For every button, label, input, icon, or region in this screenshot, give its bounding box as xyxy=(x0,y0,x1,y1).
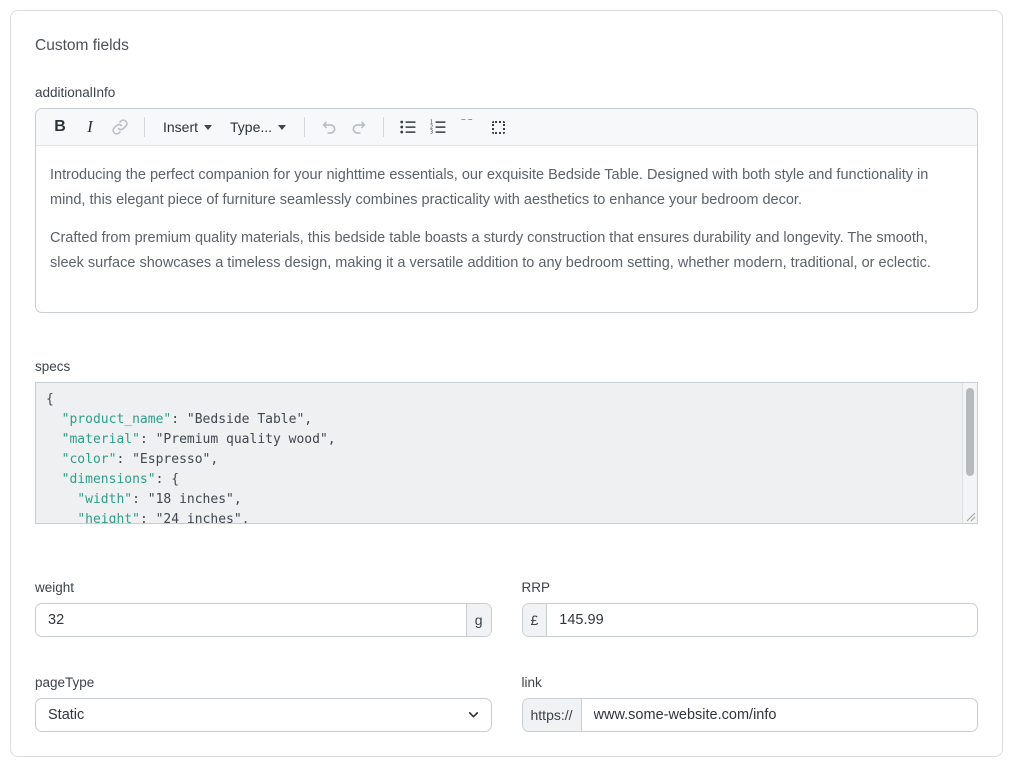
additionalinfo-label: additionalInfo xyxy=(35,85,978,100)
weight-input[interactable] xyxy=(36,604,466,636)
bullet-list-button[interactable] xyxy=(394,113,422,141)
bold-button[interactable]: B xyxy=(46,113,74,141)
weight-field: weight g xyxy=(35,580,492,637)
specs-code-editor[interactable]: { "product_name": "Bedside Table", "mate… xyxy=(35,382,978,524)
pagetype-field: pageType Static xyxy=(35,675,492,732)
numbered-list-button[interactable]: 1 2 3 xyxy=(424,113,452,141)
rrp-input[interactable] xyxy=(547,604,977,636)
protocol-addon: https:// xyxy=(523,699,582,731)
code-line: "product_name": "Bedside Table", xyxy=(46,410,967,430)
weight-label: weight xyxy=(35,580,492,595)
scrollbar-track[interactable] xyxy=(962,383,977,523)
insert-menu-label: Insert xyxy=(163,119,198,135)
rte-toolbar: B I Insert Type... xyxy=(36,109,977,146)
code-line: "height": "24 inches", xyxy=(46,510,967,523)
svg-text:3: 3 xyxy=(430,130,433,136)
nonbreaking-space-button[interactable] xyxy=(484,113,512,141)
toolbar-divider xyxy=(304,117,305,137)
italic-button[interactable]: I xyxy=(76,113,104,141)
currency-addon: £ xyxy=(523,604,548,636)
specs-label: specs xyxy=(35,359,978,374)
code-line: "width": "18 inches", xyxy=(46,490,967,510)
chevron-down-icon xyxy=(278,125,286,130)
pagetype-label: pageType xyxy=(35,675,492,690)
rte-paragraph: Introducing the perfect companion for yo… xyxy=(50,163,963,212)
redo-icon xyxy=(349,117,369,137)
specs-code[interactable]: { "product_name": "Bedside Table", "mate… xyxy=(36,383,977,523)
weight-input-group: g xyxy=(35,603,492,637)
resize-handle-icon[interactable] xyxy=(964,510,976,522)
link-label: link xyxy=(522,675,979,690)
toolbar-divider xyxy=(383,117,384,137)
weight-unit-addon: g xyxy=(466,604,491,636)
undo-button[interactable] xyxy=(315,113,343,141)
rrp-input-group: £ xyxy=(522,603,979,637)
rte-paragraph: Crafted from premium quality materials, … xyxy=(50,226,963,275)
undo-icon xyxy=(319,117,339,137)
link-field: link https:// xyxy=(522,675,979,732)
dashed-square-icon xyxy=(492,121,505,134)
pagetype-select[interactable]: Static xyxy=(35,698,492,732)
panel-title: Custom fields xyxy=(35,37,978,55)
chevron-down-icon xyxy=(204,125,212,130)
link-input[interactable] xyxy=(582,699,977,731)
blockquote-icon: “ xyxy=(459,119,476,135)
type-menu-button[interactable]: Type... xyxy=(222,113,294,141)
code-line: "color": "Espresso", xyxy=(46,450,967,470)
link-icon xyxy=(110,117,130,137)
rrp-label: RRP xyxy=(522,580,979,595)
scrollbar-thumb[interactable] xyxy=(966,388,974,476)
rrp-field: RRP £ xyxy=(522,580,979,637)
pagetype-select-wrap: Static xyxy=(35,698,492,732)
field-row: pageType Static link https:// xyxy=(35,675,978,732)
code-line: "dimensions": { xyxy=(46,470,967,490)
field-row: weight g RRP £ xyxy=(35,580,978,637)
code-line: { xyxy=(46,390,967,410)
link-input-group: https:// xyxy=(522,698,979,732)
rte-content-area[interactable]: Introducing the perfect companion for yo… xyxy=(36,146,977,312)
toolbar-divider xyxy=(144,117,145,137)
blockquote-button[interactable]: “ xyxy=(454,113,482,141)
link-button[interactable] xyxy=(106,113,134,141)
redo-button[interactable] xyxy=(345,113,373,141)
insert-menu-button[interactable]: Insert xyxy=(155,113,220,141)
custom-fields-panel: Custom fields additionalInfo B I Insert … xyxy=(10,10,1003,757)
code-line: "material": "Premium quality wood", xyxy=(46,430,967,450)
rich-text-editor: B I Insert Type... xyxy=(35,108,978,313)
numbered-list-icon: 1 2 3 xyxy=(428,117,448,137)
bullet-list-icon xyxy=(398,117,418,137)
type-menu-label: Type... xyxy=(230,119,272,135)
